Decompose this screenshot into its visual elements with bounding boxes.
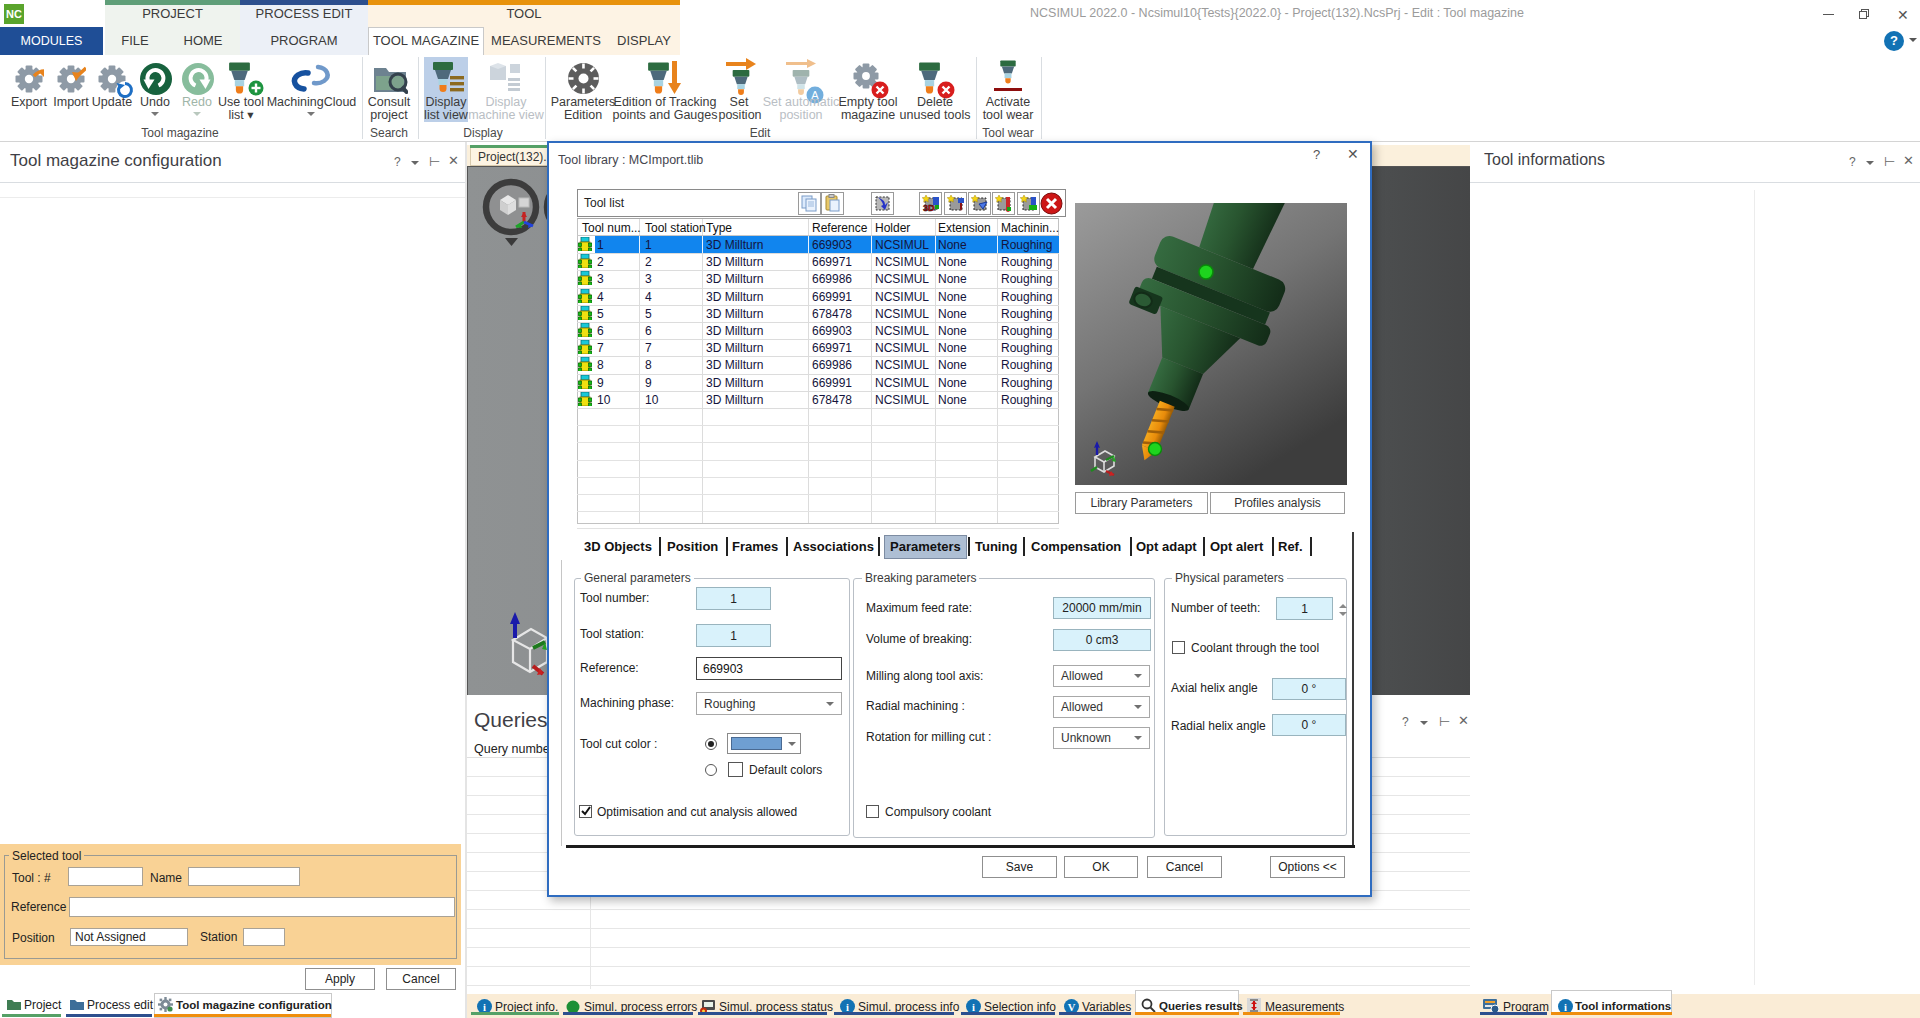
svg-text:V: V (1068, 1002, 1076, 1013)
svg-text:i: i (846, 1002, 849, 1013)
svg-text:i: i (483, 1002, 486, 1013)
svg-text:i: i (972, 1002, 975, 1013)
svg-text:i: i (1564, 1002, 1567, 1013)
